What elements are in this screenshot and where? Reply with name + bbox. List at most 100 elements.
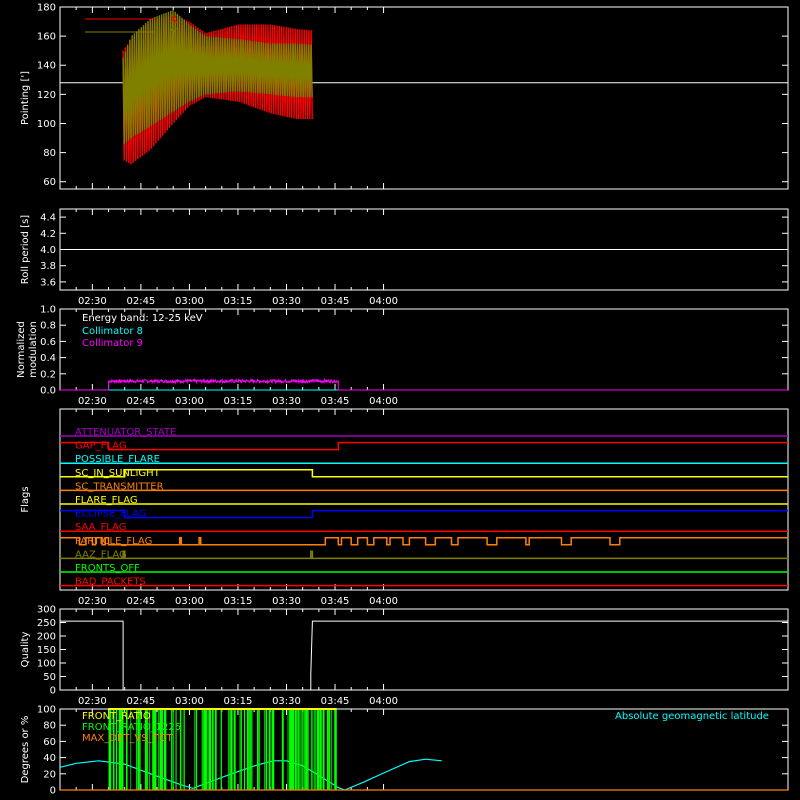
y-tick-label: 1.0 [40,305,56,316]
x-tick-label: 03:30 [272,596,301,607]
front-ratio-1225-bar [335,709,337,790]
front-ratio-1225-bar [318,709,320,790]
front-ratio-1225-bar [210,709,212,790]
front-ratio-1225-bar [257,709,259,790]
y-tick-label: 0.4 [40,353,56,364]
x-tick-label: 03:15 [224,696,253,707]
x-tick-label: 03:30 [272,396,301,407]
y-tick-label: 3.6 [40,277,56,288]
front-ratio-1225-bar [268,709,271,790]
front-ratio-1225-bar [258,709,260,790]
x-tick-label: 02:45 [126,396,155,407]
y-tick-label: 0.0 [40,386,56,397]
x-tick-label: 02:45 [126,296,155,307]
panel-4: 02:30 02:45 03:00 03:15 03:30 03:45 04:00 Flags… [20,408,789,607]
modulation-series-collimator-9 [60,377,788,391]
front-ratio-1225-bar [251,709,253,790]
x-tick-label: 03:45 [321,396,350,407]
front-ratio-1225-bar [297,709,299,790]
x-tick-label: 02:30 [78,396,107,407]
front-ratio-1225-bar [220,709,222,790]
x-tick-label: 03:15 [224,396,253,407]
legend-label: X [170,13,178,26]
legend-label: Collimator 8 [82,326,143,337]
front-ratio-1225-bar [292,709,294,790]
flag-trace [60,509,788,519]
front-ratio-1225-bar [290,709,293,790]
front-ratio-1225-bar [195,709,198,790]
front-ratio-1225-bar [322,709,325,790]
x-tick-label: 03:00 [175,396,204,407]
front-ratio-1225-bar [207,709,209,790]
front-ratio-1225-bar [306,709,308,790]
y-tick-label: 3.8 [40,261,56,272]
y-tick-label: 0.8 [40,321,56,332]
front-ratio-1225-bar [321,709,322,790]
x-tick-label: 02:30 [78,296,107,307]
y-tick-label: 20 [43,769,56,780]
front-ratio-1225-bar [281,709,284,790]
flag-trace [60,537,788,546]
legend-label: Y [169,26,177,39]
y-axis-label: Normalized [16,321,27,378]
x-tick-label: 03:45 [321,296,350,307]
front-ratio-1225-bar [312,709,314,790]
y-axis-label: modulation [28,321,39,378]
front-ratio-1225-bar [233,709,236,790]
front-ratio-1225-bar [315,709,316,790]
front-ratio-1225-bar [201,709,203,790]
y-tick-label: 4.4 [40,213,56,224]
front-ratio-1225-bar [239,709,241,790]
front-ratio-1225-bar [214,709,217,790]
flag-trace [60,469,788,478]
front-ratio-1225-bar [294,709,297,790]
y-tick-label: 40 [43,753,56,764]
front-ratio-1225-bar [243,709,246,790]
y-tick-label: 300 [37,605,56,616]
front-ratio-1225-bar [299,709,301,790]
x-tick-label: 03:00 [175,596,204,607]
y-tick-label: 80 [43,721,56,732]
y-tick-label: 100 [37,119,56,130]
energy-band-annotation: Energy band: 12-25 keV [82,313,203,324]
legend-label: FRONT_RATIO [82,711,151,722]
x-tick-label: 03:45 [321,696,350,707]
front-ratio-1225-bar [248,709,250,790]
observing-summary-figure: Pointing [']6080100120140160180XY02:30 02… [16,3,789,797]
front-ratio-1225-bar [331,709,333,790]
front-ratio-1225-bar [229,709,231,790]
x-tick-label: 04:00 [369,696,398,707]
y-tick-label: 140 [37,61,56,72]
y-tick-label: 0 [50,786,56,797]
front-ratio-1225-bar [206,709,207,790]
y-tick-label: 80 [43,148,56,159]
front-ratio-1225-bar [184,709,185,790]
x-tick-label: 04:00 [369,296,398,307]
y-tick-label: 160 [37,32,56,43]
front-ratio-1225-bar [227,709,229,790]
front-ratio-1225-bar [293,709,295,790]
x-tick-label: 02:30 [78,696,107,707]
x-tick-label: 04:00 [369,596,398,607]
y-tick-label: 100 [37,659,56,670]
x-tick-label: 03:15 [224,296,253,307]
front-ratio-1225-bar [246,709,249,790]
y-tick-label: 60 [43,177,56,188]
y-axis-label: Flags [20,486,31,512]
legend-label: Collimator 9 [82,338,143,349]
x-tick-label: 03:30 [272,696,301,707]
front-ratio-1225-bar [328,709,331,790]
front-ratio-1225-bar [296,709,298,790]
front-ratio-1225-bar [182,709,184,790]
geomagnetic-latitude-label: Absolute geomagnetic latitude [615,711,769,722]
front-ratio-1225-bar [265,709,268,790]
front-ratio-1225-bar [241,709,242,790]
legend-label: FRONT_RATIO_1225 [82,722,181,733]
y-axis-label: Quality [20,632,31,668]
x-tick-label: 03:45 [321,596,350,607]
y-tick-label: 0.6 [40,337,56,348]
y-tick-label: 250 [37,618,56,629]
front-ratio-1225-bar [313,709,315,790]
y-tick-label: 150 [37,645,56,656]
x-tick-label: 02:30 [78,596,107,607]
